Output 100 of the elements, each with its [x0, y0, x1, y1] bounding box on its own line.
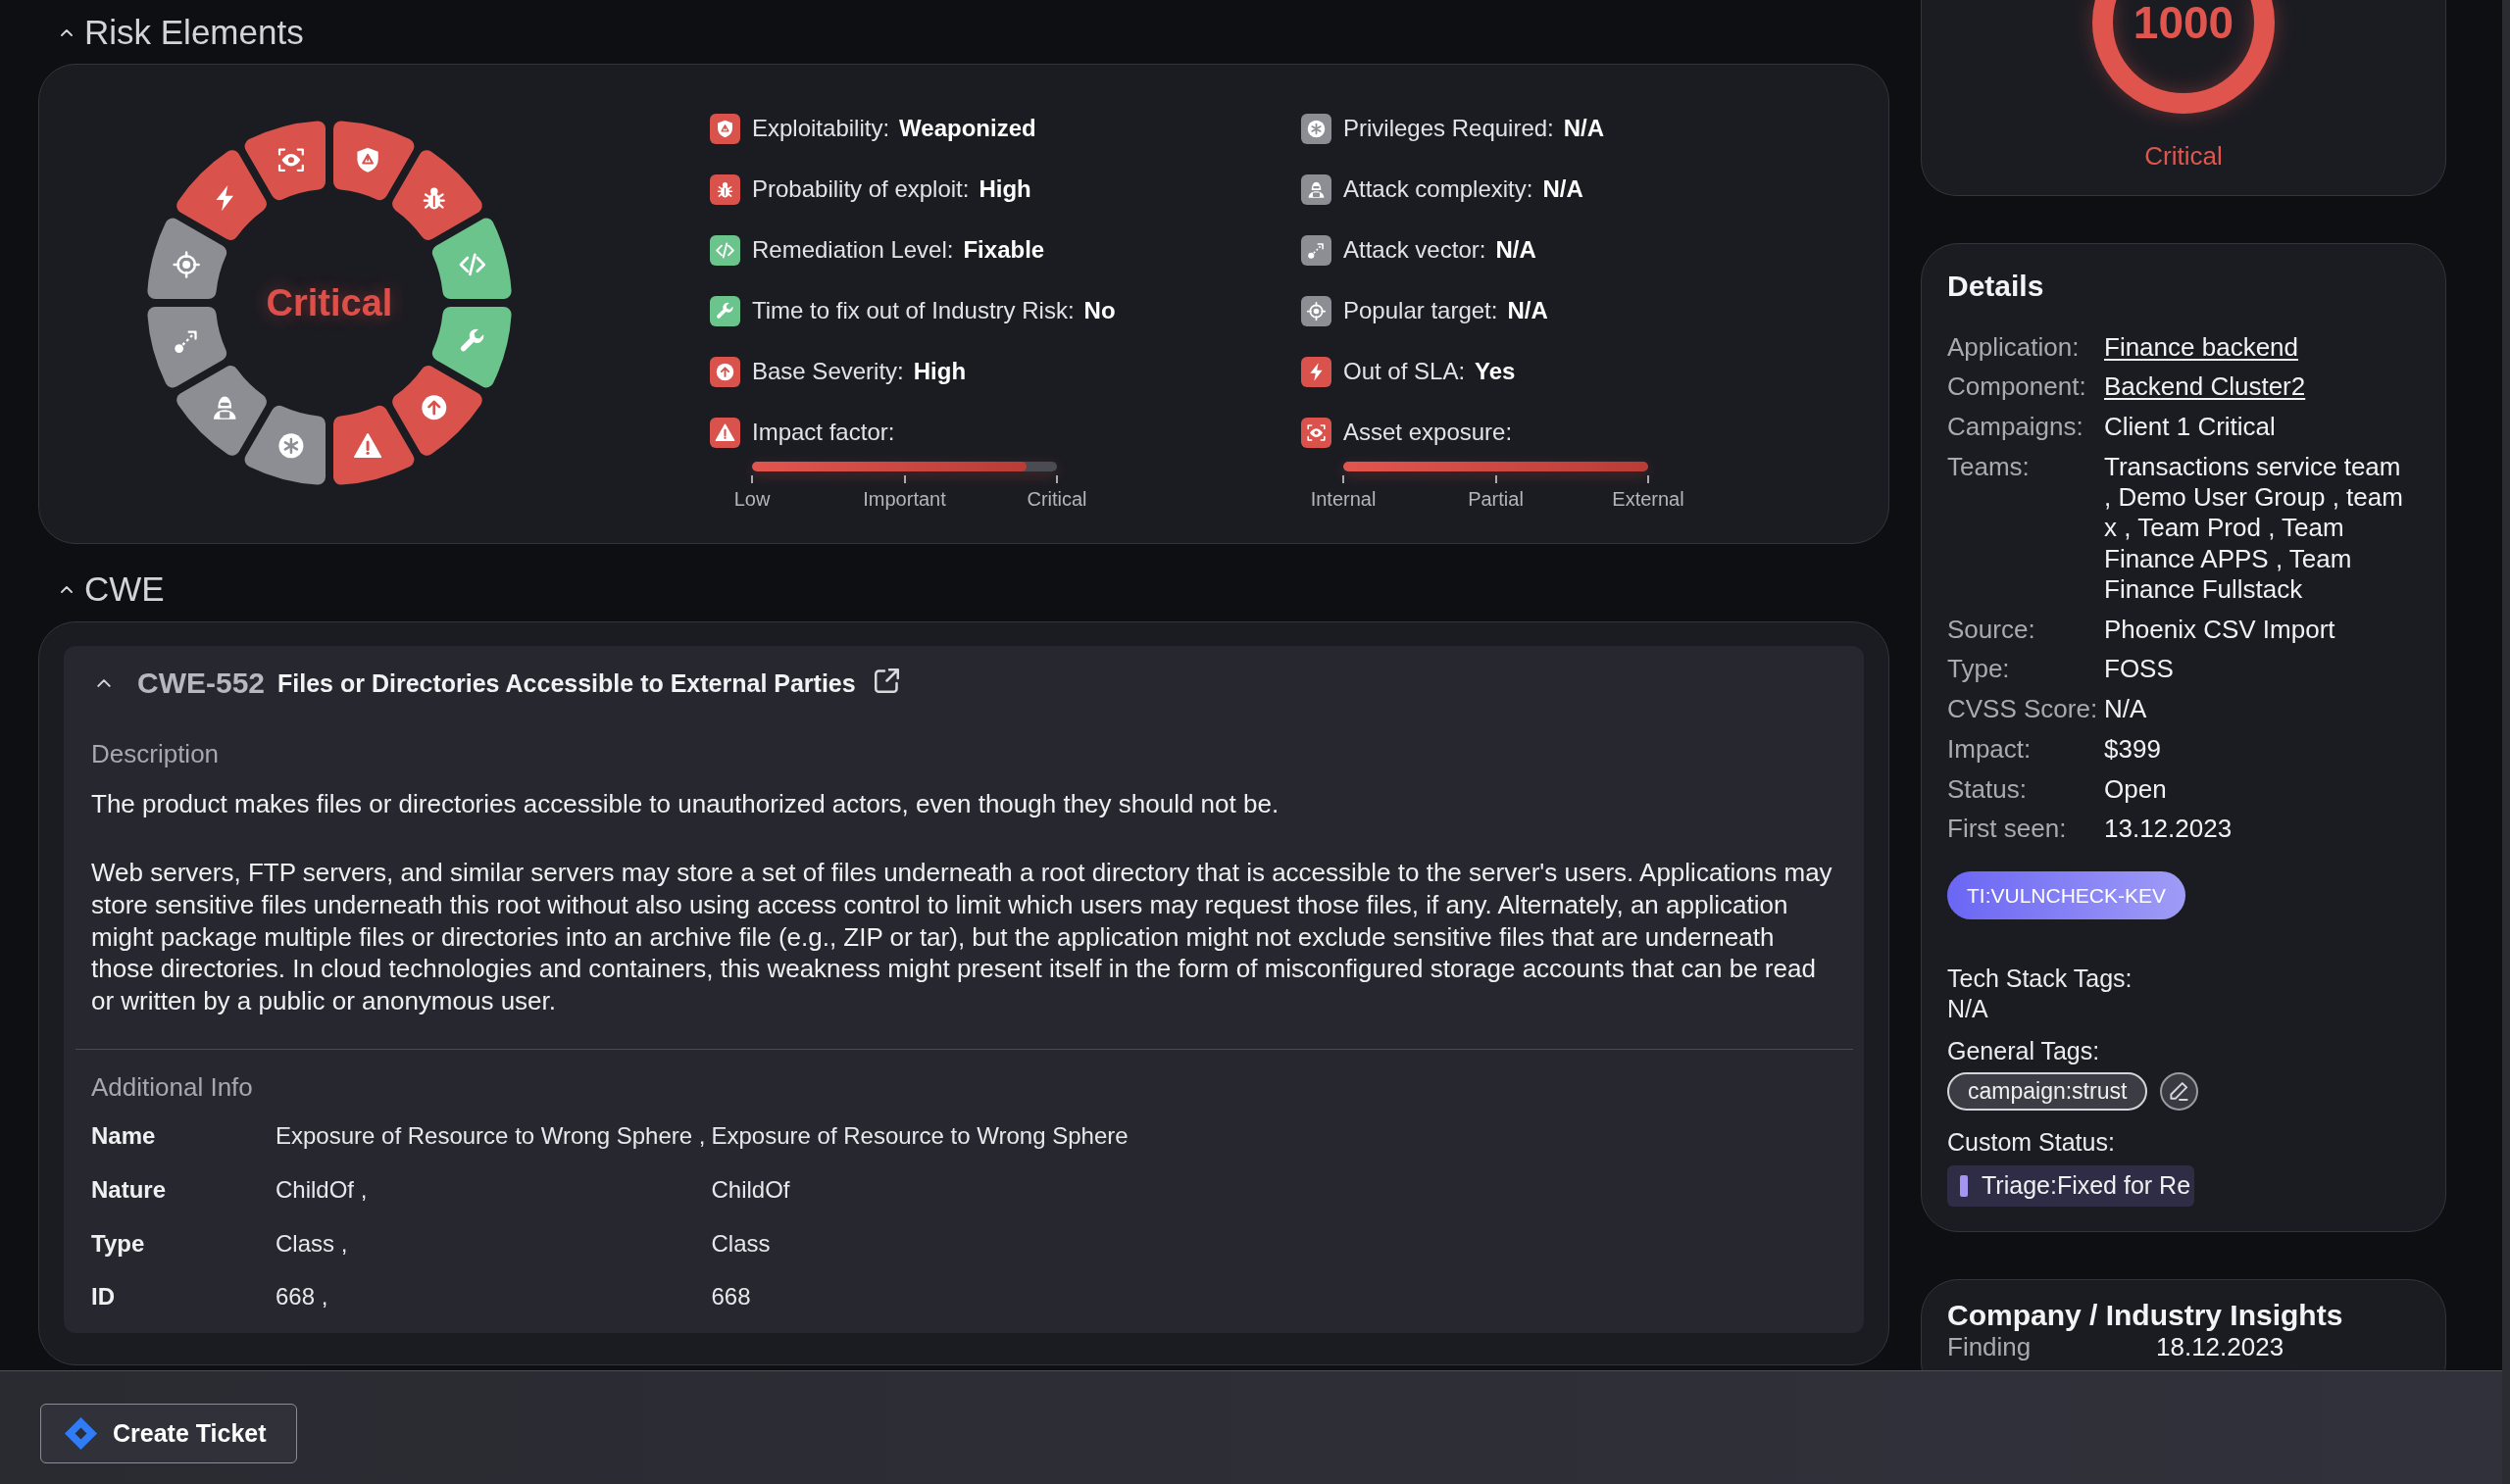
field-label: Tech Stack Tags: [1947, 963, 2134, 994]
info-value: 668 , [276, 1282, 328, 1312]
metric-value: N/A [1563, 115, 1605, 142]
section-label: Description [91, 739, 221, 768]
field-value: N/A [2104, 694, 2148, 725]
metric-label: Impact factor: [752, 419, 895, 446]
metric-value: Yes [1475, 358, 1516, 385]
info-label: Name [91, 1121, 157, 1152]
chevron-icon[interactable] [97, 679, 111, 687]
metric-label: Out of SLA: [1343, 358, 1466, 385]
metric-label: Popular target: [1343, 297, 1498, 324]
external-link-icon[interactable] [874, 668, 899, 693]
field-label: Teams: [1947, 451, 2031, 483]
warning-icon [354, 433, 382, 459]
metric-value: High [979, 175, 1031, 203]
field-label: Source: [1947, 614, 2036, 645]
field-value: $399 [2104, 733, 2162, 765]
field-label: Component: [1947, 371, 2087, 403]
tag-chip: campaign:strust [1947, 1071, 2148, 1111]
field-label: Application: [1947, 331, 2081, 363]
hooded-figure-icon [214, 396, 236, 420]
section-toggle[interactable]: CWE [61, 568, 165, 611]
code-icon [459, 253, 486, 276]
info-value: Exposure of Resource to Wrong Sphere [711, 1121, 1129, 1152]
wrench-icon [460, 328, 484, 352]
field-label: General Tags: [1947, 1036, 2101, 1066]
section-toggle[interactable]: Risk Elements [61, 11, 304, 54]
metric-label: Privileges Required: [1343, 115, 1554, 142]
field-value: Transactions service team , Demo User Group , team x , Team Prod , Team Finance APPS , Team Finance Fullstack [2104, 451, 2404, 605]
info-value: Exposure of Resource to Wrong Sphere , [276, 1121, 706, 1152]
scale-tick [1647, 475, 1649, 483]
scale-tick [751, 475, 753, 483]
shield-icon [357, 147, 378, 173]
card-title: Company / Industry Insights [1947, 1298, 2344, 1332]
metric-label: Attack vector: [1343, 236, 1486, 264]
field-value: N/A [1947, 993, 1989, 1024]
info-value: Class , [276, 1228, 348, 1259]
metric-label: Asset exposure: [1343, 419, 1513, 446]
cwe-title: Files or Directories Accessible to External Parties [277, 668, 856, 698]
risk-rating: Critical [2144, 140, 2223, 172]
diamond-icon [65, 1417, 97, 1450]
info-label: Nature [91, 1174, 168, 1205]
field-label: Status: [1947, 773, 2028, 805]
status-marker-icon [1960, 1174, 1968, 1197]
scrollbar[interactable] [2502, 0, 2510, 1484]
risk-score: 1000 [2133, 0, 2234, 45]
metric-value: N/A [1542, 175, 1583, 203]
risk-rating: Critical [266, 281, 393, 324]
dashed-arrow-icon [175, 330, 197, 353]
scale-tick [1494, 475, 1497, 483]
asterisk-icon [278, 433, 304, 459]
bug-icon [423, 187, 445, 210]
metric-label: Base Severity: [752, 358, 904, 385]
field-label: Impact: [1947, 733, 2033, 765]
info-value: ChildOf , [276, 1174, 368, 1205]
description-text: The product makes files or directories accessible to unauthorized actors, even though they should not be. [91, 788, 1280, 820]
description-text: Web servers, FTP servers, and similar servers may store a set of files underneath a root directory that is accessible to the server's users. Applications may store sensitive files underneath this root without also using access control to limit which users may request those files, if any. Alternately, an application might package multiple files or directories into an archive file (e.g., ZIP or tar), but the application might not exclude sensitive files that are underneath those directories. In cloud technologies and containers, this weakness might present itself in the form of misconfigured storage accounts that can be read or written by a public or anonymous user. [91, 857, 1833, 1017]
field-value: Phoenix CSV Import [2104, 614, 2336, 645]
arrow-up-icon [422, 395, 447, 420]
info-value: 668 [711, 1282, 751, 1312]
cwe-id: CWE-552 [137, 667, 266, 700]
metric-label: Time to fix out of Industry Risk: [752, 297, 1075, 324]
card-title: Details [1947, 269, 2045, 304]
create-ticket-button[interactable]: Create Ticket [40, 1404, 297, 1463]
metric-value: N/A [1507, 297, 1548, 324]
scale-label: Internal [1310, 489, 1377, 509]
field-value: Client 1 Critical [2104, 412, 2277, 443]
metric-value: Weaponized [899, 115, 1036, 142]
lightning-icon [216, 185, 233, 212]
field-label: Type: [1947, 654, 2011, 685]
field-label: Custom Status: [1947, 1127, 2116, 1158]
scale-label: Critical [1027, 489, 1087, 509]
status-text: Triage:Fixed for Re [1982, 1171, 2191, 1200]
metric-label: Probability of exploit: [752, 175, 970, 203]
field-value: Open [2104, 773, 2168, 805]
field-label: First seen: [1947, 814, 2068, 845]
field-value: 18.12.2023 [2156, 1333, 2285, 1360]
scale-tick [903, 475, 906, 483]
metric-value: High [913, 358, 967, 385]
metric-value: N/A [1495, 236, 1536, 264]
detail-link[interactable]: Finance backend [2104, 331, 2299, 363]
info-value: Class [711, 1228, 771, 1259]
detail-link[interactable]: Backend Cluster2 [2104, 371, 2306, 403]
scale-label: External [1612, 489, 1684, 509]
info-label: ID [91, 1282, 116, 1312]
field-value: FOSS [2104, 654, 2175, 685]
field-label: Finding [1947, 1333, 2033, 1360]
section-label: Additional Info [91, 1072, 254, 1103]
scale-label: Low [733, 489, 771, 509]
field-value: 13.12.2023 [2104, 814, 2234, 845]
metric-label: Remediation Level: [752, 236, 954, 264]
edit-tags-button[interactable] [2160, 1071, 2199, 1111]
info-label: Type [91, 1228, 146, 1259]
crosshair-icon [173, 251, 200, 278]
scale-tick [1342, 475, 1344, 483]
metric-label: Exploitability: [752, 115, 890, 142]
pencil-icon [2170, 1081, 2189, 1101]
threat-intel-tag: TI:VULNCHECK-KEV [1947, 871, 2186, 919]
scale-label: Partial [1468, 489, 1524, 509]
field-label: Campaigns: [1947, 412, 2084, 443]
